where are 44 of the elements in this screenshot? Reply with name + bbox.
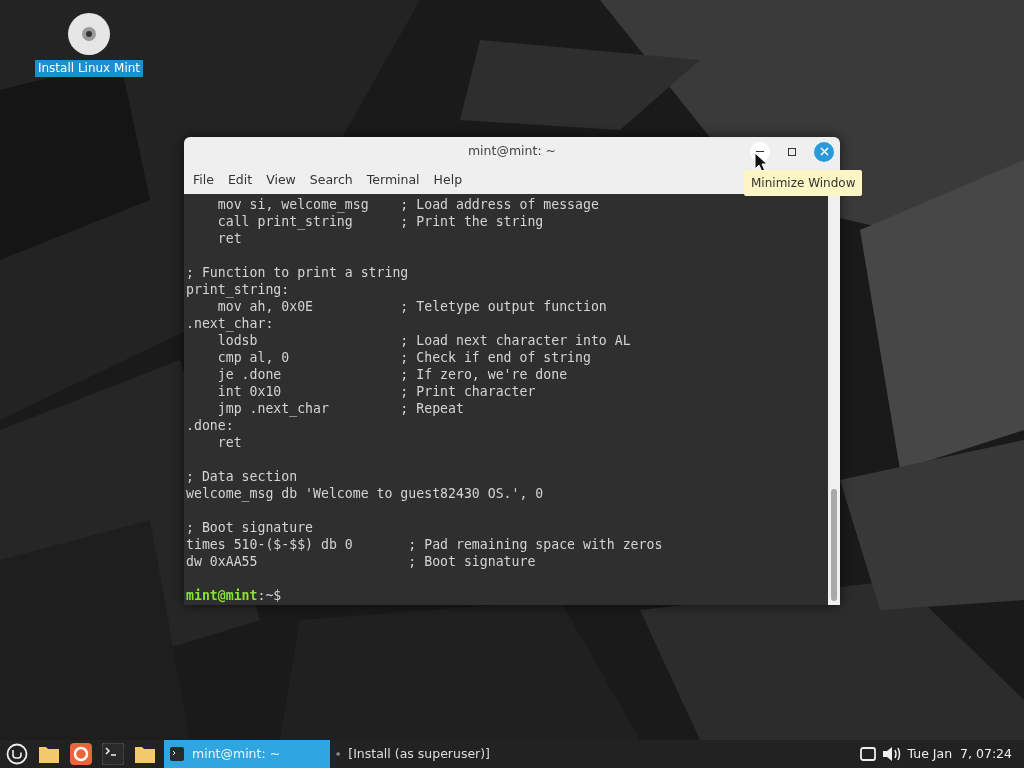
code-line: lodsb ; Load next character into AL [216, 332, 631, 349]
menu-item[interactable]: Terminal [360, 170, 426, 190]
close-icon [819, 147, 829, 156]
code-line: int 0x10 ; Print character [216, 383, 536, 400]
menu-item[interactable]: File [187, 170, 220, 190]
tooltip: Minimize Window [744, 170, 863, 196]
code-line: .done: [186, 417, 234, 434]
prompt-user: mint@mint [186, 587, 258, 604]
code-line: ; Function to print a string [186, 264, 409, 281]
code-line: je .done ; If zero, we're done [216, 366, 568, 383]
code-line: dw 0xAA55 ; Boot signature [186, 553, 536, 570]
folder-icon[interactable] [134, 744, 156, 764]
terminal-icon [170, 747, 184, 761]
menu-item[interactable]: Search [303, 170, 359, 190]
clock[interactable]: Tue Jan 7, 07:24 [907, 744, 1012, 764]
terminal-icon[interactable] [102, 743, 124, 765]
code-line: mov si, welcome_msg ; Load address of message [216, 196, 599, 213]
menu-item[interactable]: Help [427, 170, 469, 190]
code-line: ret [216, 434, 242, 451]
code-line: ; Data section [186, 468, 298, 485]
disc-icon [67, 12, 111, 56]
menu-item[interactable]: View [260, 170, 302, 190]
window-title: mint@mint: ~ [466, 142, 558, 161]
menu-item[interactable]: Edit [221, 170, 259, 190]
code-line: welcome_msg db 'Welcome to guest82430 OS.', 0 [186, 485, 544, 502]
code-line: ret [216, 230, 242, 247]
close-button[interactable] [814, 141, 834, 162]
code-line: mov ah, 0x0E ; Teletype output function [216, 298, 607, 315]
network-icon[interactable] [859, 746, 876, 762]
code-line: ; Boot signature [186, 519, 314, 536]
prompt-path: :~$ [257, 587, 282, 604]
browser-icon[interactable] [70, 743, 92, 765]
code-line: call print_string ; Print the string [216, 213, 544, 230]
code-line: times 510-($-$$) db 0 ; Pad remaining space with zeros [186, 536, 663, 553]
taskbar-window-button[interactable]: [Install (as superuser)] [330, 740, 496, 768]
menu-icon[interactable] [6, 743, 28, 765]
desktop-icon-label[interactable]: Install Linux Mint [34, 60, 144, 77]
volume-icon[interactable] [881, 746, 902, 762]
code-line: .next_char: [186, 315, 274, 332]
mouse-cursor-icon [754, 152, 768, 173]
folder-icon[interactable] [38, 744, 60, 764]
code-line: jmp .next_char ; Repeat [216, 400, 464, 417]
code-line: cmp al, 0 ; Check if end of string [216, 349, 591, 366]
code-line: print_string: [186, 281, 290, 298]
